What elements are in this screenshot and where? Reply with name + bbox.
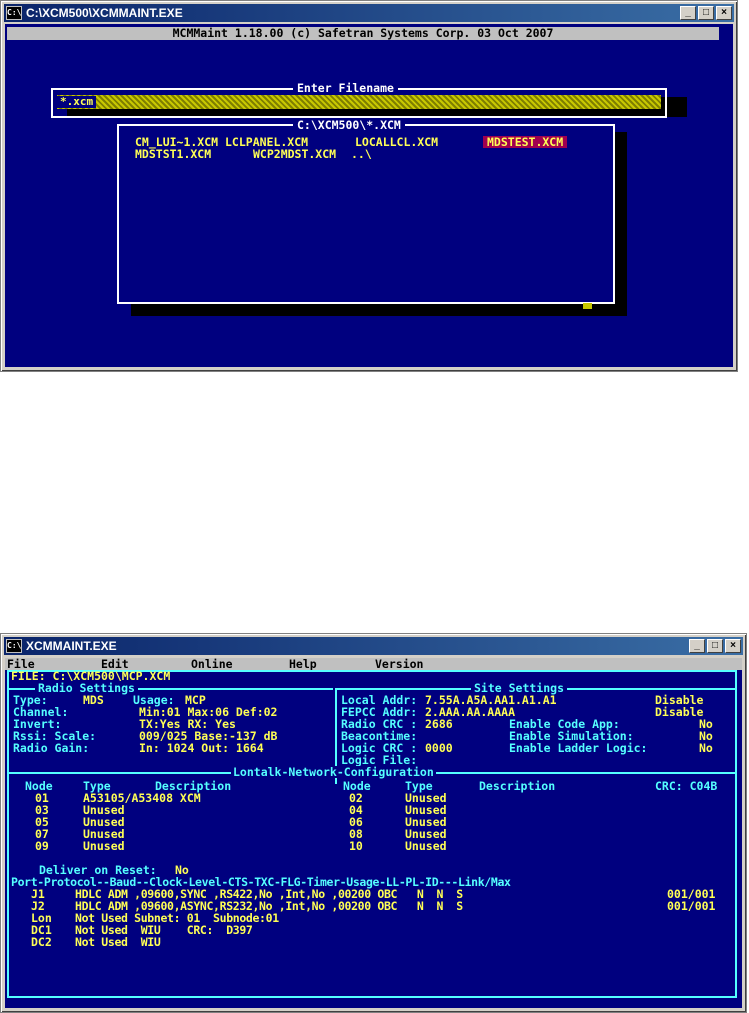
cursor-block bbox=[583, 303, 592, 309]
maximize-button[interactable]: □ bbox=[707, 639, 723, 653]
port-link: 001/001 bbox=[667, 899, 716, 913]
filename-input-text: *.xcm bbox=[57, 96, 97, 108]
filename-dialog-title: Enter Filename bbox=[293, 82, 398, 94]
window-xcmmaint-config: C:\ XCMMAINT.EXE _ □ × File Edit Online … bbox=[0, 633, 747, 1013]
enable-ladder-logic-value[interactable]: No bbox=[699, 742, 713, 754]
file-item-parent-dir[interactable]: ..\ bbox=[351, 148, 372, 160]
console-icon: C:\ bbox=[6, 6, 22, 20]
fepcc-addr-state[interactable]: Disable bbox=[655, 706, 703, 718]
node-type[interactable]: Unused bbox=[83, 840, 125, 852]
file-item[interactable]: WCP2MDST.XCM bbox=[253, 148, 336, 160]
filelist-shadow-right bbox=[613, 132, 627, 316]
window-title: C:\XCM500\XCMMAINT.EXE bbox=[26, 6, 183, 20]
crc-header: CRC: C04B bbox=[655, 779, 718, 793]
menu-version[interactable]: Version bbox=[375, 658, 423, 670]
filelist-title: C:\XCM500\*.XCM bbox=[293, 119, 405, 131]
console-screen: MCMMaint 1.18.00 (c) Safetran Systems Co… bbox=[5, 24, 733, 367]
logic-crc-value: 0000 bbox=[425, 741, 453, 755]
maximize-button[interactable]: □ bbox=[698, 6, 714, 20]
gain-value[interactable]: In: 1024 Out: 1664 bbox=[139, 742, 264, 754]
node-number: 10 bbox=[349, 839, 363, 853]
close-button[interactable]: × bbox=[716, 6, 732, 20]
title-bar[interactable]: C:\ XCMMAINT.EXE _ □ × bbox=[4, 637, 743, 655]
minimize-button[interactable]: _ bbox=[689, 639, 705, 653]
file-item[interactable]: MDSTST1.XCM bbox=[135, 148, 211, 160]
type-value[interactable]: MDS bbox=[83, 694, 104, 706]
minimize-button[interactable]: _ bbox=[680, 6, 696, 20]
app-header: MCMMaint 1.18.00 (c) Safetran Systems Co… bbox=[7, 27, 719, 40]
radio-crc-value: 2686 bbox=[425, 717, 453, 731]
window-title: XCMMAINT.EXE bbox=[26, 639, 117, 653]
file-item-selected[interactable]: MDSTEST.XCM bbox=[483, 136, 568, 148]
description-header-2: Description bbox=[479, 779, 556, 793]
close-button[interactable]: × bbox=[725, 639, 741, 653]
filelist-shadow bbox=[131, 304, 627, 316]
port-name: DC2 bbox=[31, 935, 52, 949]
enable-ladder-logic-label: Enable Ladder Logic: bbox=[509, 741, 648, 755]
menu-help[interactable]: Help bbox=[289, 658, 317, 670]
window-xcmmaint-file-select: C:\ C:\XCM500\XCMMAINT.EXE _ □ × MCMMain… bbox=[0, 0, 738, 372]
node-type[interactable]: Unused bbox=[405, 840, 447, 852]
title-bar[interactable]: C:\ C:\XCM500\XCMMAINT.EXE _ □ × bbox=[4, 4, 734, 22]
console-icon: C:\ bbox=[6, 639, 22, 653]
menu-online[interactable]: Online bbox=[191, 658, 233, 670]
console-screen: File Edit Online Help Version FILE: C:\X… bbox=[5, 658, 742, 1008]
filename-input[interactable] bbox=[57, 95, 661, 109]
lontalk-title: Lontalk-Network-Configuration bbox=[231, 765, 436, 779]
gain-label: Radio Gain: bbox=[13, 741, 90, 755]
node-number: 09 bbox=[35, 839, 49, 853]
port-row[interactable]: Not Used WIU bbox=[75, 936, 161, 948]
